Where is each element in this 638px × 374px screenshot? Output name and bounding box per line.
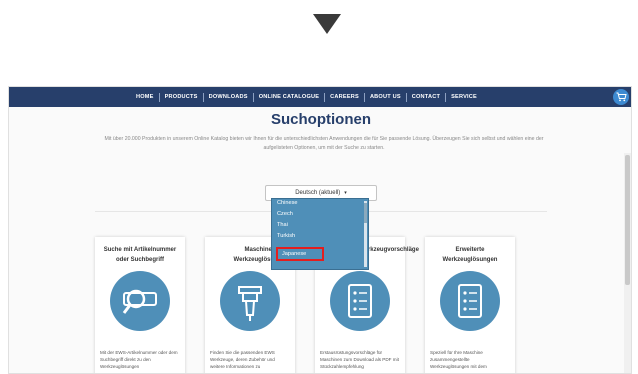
language-option-japanese[interactable]: Japanese [276, 247, 324, 261]
nav-contact[interactable]: CONTACT [407, 92, 447, 102]
top-navigation-bar: HOME PRODUCTS DOWNLOADS ONLINE CATALOGUE… [9, 87, 631, 107]
card-description: Mit der EWS-Artikelnummer oder dem Suchb… [100, 350, 178, 369]
card-title: Suche mit Artikelnummer oder Suchbegriff [103, 247, 177, 263]
main-menu: HOME PRODUCTS DOWNLOADS ONLINE CATALOGUE… [131, 87, 482, 107]
intro-text: Mit über 20.000 Produkten in unserem Onl… [104, 136, 544, 151]
nav-careers[interactable]: CAREERS [325, 92, 365, 102]
card-description: Erstausrüstungsvorschläge für Maschinen … [320, 350, 399, 369]
page-scrollbar[interactable] [624, 153, 631, 373]
dropdown-scrollbar[interactable] [364, 201, 367, 267]
search-number-icon [110, 271, 170, 331]
down-arrow-icon [313, 14, 341, 34]
shopping-cart-icon[interactable] [613, 89, 629, 105]
language-select-value: Deutsch (aktuell) [295, 190, 341, 196]
nav-products[interactable]: PRODUCTS [160, 92, 204, 102]
nav-service[interactable]: SERVICE [446, 93, 482, 102]
language-dropdown-list[interactable]: Chinese Czech Thai Turkish Japanese [271, 198, 369, 270]
nav-downloads[interactable]: DOWNLOADS [204, 92, 254, 102]
card-description: Finden Sie die passenden EWS Werkzeuge, … [210, 350, 275, 369]
tool-holder-icon [220, 271, 280, 331]
document-list-icon [330, 271, 390, 331]
dropdown-scrollbar-thumb[interactable] [364, 203, 367, 223]
card-description: Speziell für Ihre Maschine zusammengeste… [430, 350, 487, 369]
language-option-chinese[interactable]: Chinese [277, 200, 298, 206]
chevron-down-icon: ▾ [344, 190, 347, 196]
language-option-turkish[interactable]: Turkish [277, 233, 295, 239]
page-title: Suchoptionen [271, 111, 371, 128]
nav-about-us[interactable]: ABOUT US [365, 92, 407, 102]
scrollbar-thumb[interactable] [625, 155, 630, 285]
language-option-czech[interactable]: Czech [277, 211, 293, 217]
document-list-icon [440, 271, 500, 331]
website-screenshot: HOME PRODUCTS DOWNLOADS ONLINE CATALOGUE… [8, 86, 632, 374]
nav-home[interactable]: HOME [131, 92, 160, 102]
search-by-number-card[interactable]: Suche mit Artikelnummer oder Suchbegriff… [95, 237, 185, 373]
nav-online-catalogue[interactable]: ONLINE CATALOGUE [254, 92, 326, 102]
language-option-thai[interactable]: Thai [277, 222, 288, 228]
extended-tool-solutions-card[interactable]: Erweiterte Werkzeuglösungen Speziell für… [425, 237, 515, 373]
card-title: Erweiterte Werkzeuglösungen [442, 247, 498, 263]
